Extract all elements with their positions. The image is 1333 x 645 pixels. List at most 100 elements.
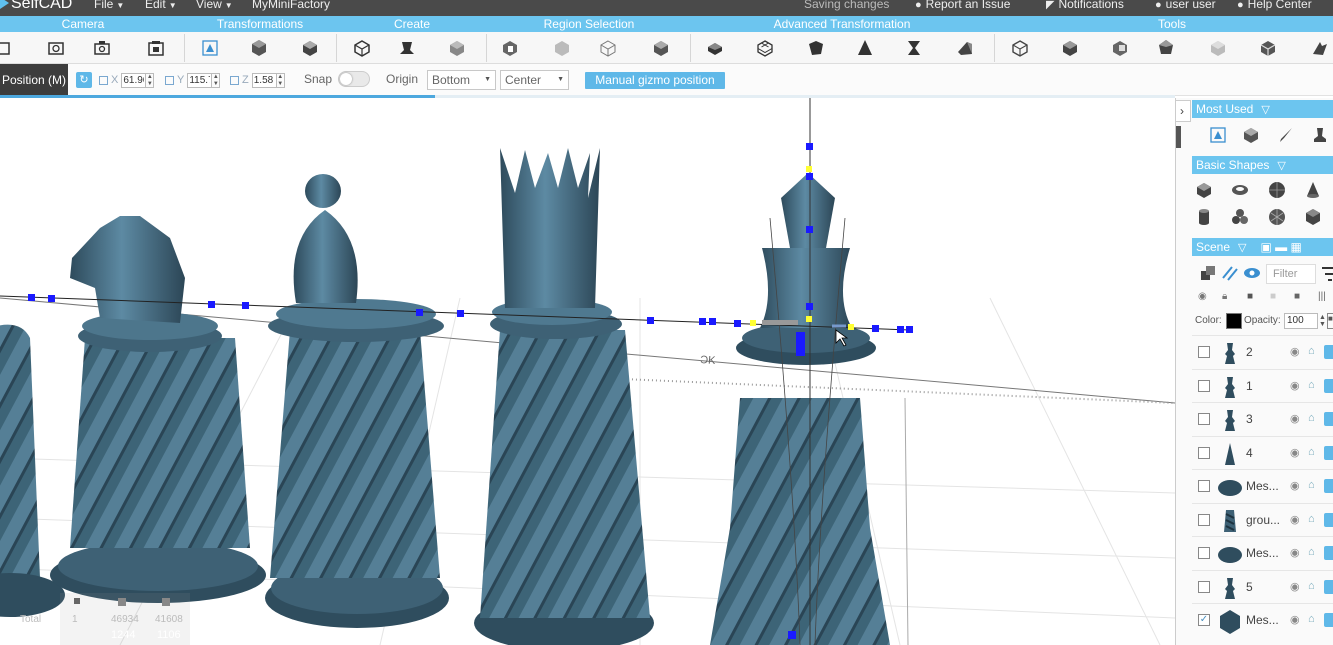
object-select-checkbox[interactable] [1198,346,1210,358]
chess-knight[interactable] [50,216,266,603]
object-name[interactable]: Mes... [1246,613,1290,627]
most-used-pawn[interactable] [1310,125,1330,145]
object-info-button[interactable] [1324,479,1333,493]
origin-horizontal-select[interactable]: Center ▼ [500,70,569,90]
twist-tool[interactable] [904,38,924,58]
eye-icon[interactable]: ◉ [1290,412,1300,425]
category-create[interactable]: Create [394,17,430,31]
object-select-checkbox[interactable] [1198,413,1210,425]
eye-icon[interactable]: ◉ [1290,345,1300,358]
lock-open-icon[interactable]: ⌂ [1308,479,1315,491]
camera-snapshot-tool[interactable] [146,38,166,58]
scene-object-row[interactable]: 4 ◉ ⌂ [1192,435,1333,469]
scene-object-row[interactable]: Mes... ◉ ⌂ [1192,536,1333,569]
scene-filter-input[interactable]: Filter [1266,264,1316,284]
snap-toggle[interactable] [338,71,370,87]
object-info-button[interactable] [1324,546,1333,560]
x-input[interactable] [121,72,147,88]
tool-solid[interactable] [1060,38,1080,58]
z-lock-checkbox[interactable] [230,75,239,85]
panel-resize-handle[interactable] [1176,126,1181,148]
tool-mesh[interactable] [1258,38,1278,58]
menu-edit[interactable]: Edit ▼ [145,0,177,11]
object-name[interactable]: grou... [1246,513,1290,527]
lock-open-icon[interactable]: ⌂ [1308,446,1315,458]
eye-icon[interactable]: ◉ [1198,291,1207,302]
most-used-header[interactable]: Most Used ▽ [1192,100,1333,118]
camera-tool[interactable] [92,38,112,58]
bend-tool[interactable] [955,38,975,58]
category-region-selection[interactable]: Region Selection [544,17,635,31]
tool-align[interactable] [1010,38,1030,58]
scene-object-row[interactable]: ✓ Mes... ◉ ⌂ [1192,603,1333,636]
create-shape-tool[interactable] [397,38,417,58]
reset-position-button[interactable]: ↻ [76,72,92,88]
subdivision-tool[interactable] [755,38,775,58]
select-object-tool[interactable] [651,38,671,58]
object-name[interactable]: 3 [1246,412,1290,426]
object-info-button[interactable] [1324,512,1333,527]
extrusion-tool[interactable] [705,38,725,58]
shape-cylinder[interactable] [1194,207,1214,227]
tool-boolean[interactable] [1110,38,1130,58]
scene-object-row[interactable]: 1 ◉ ⌂ [1192,368,1333,402]
object-select-checkbox[interactable]: ✓ [1198,614,1210,626]
select-face-tool[interactable] [552,38,572,58]
create-box-tool[interactable] [447,38,467,58]
object-select-checkbox[interactable] [1198,547,1210,559]
z-input[interactable] [251,72,277,88]
object-select-checkbox[interactable] [1198,446,1210,459]
move-tool[interactable] [200,38,220,58]
x-lock-checkbox[interactable] [99,75,108,85]
basic-shapes-header[interactable]: Basic Shapes ▽ [1192,156,1333,174]
shape-cube[interactable] [1194,180,1214,200]
lock-open-icon[interactable]: ⌂ [1308,513,1315,525]
eye-icon[interactable]: ◉ [1290,546,1300,559]
shape-sphere[interactable] [1267,180,1287,200]
lock-open-icon[interactable]: ⌂ [1308,546,1315,558]
cube-solid-icon[interactable]: ■ [1294,291,1300,302]
lock-icon[interactable]: 🔒︎ [1222,291,1227,302]
opacity-stepper[interactable]: ▲ ▼ [1319,314,1326,328]
object-info-button[interactable] [1324,613,1333,627]
shape-polyhedron[interactable] [1303,207,1323,227]
most-used-move[interactable] [1208,125,1228,145]
shape-cone[interactable] [1303,180,1323,200]
chess-bishop[interactable] [265,174,449,628]
scene-object-row[interactable]: 5 ◉ ⌂ [1192,569,1333,603]
object-name[interactable]: Mes... [1246,546,1290,560]
x-stepper[interactable]: ▲ ▼ [146,72,155,88]
manual-gizmo-position-button[interactable]: Manual gizmo position [585,72,725,89]
eye-icon[interactable]: ◉ [1290,446,1300,459]
eye-icon[interactable]: ◉ [1290,613,1300,626]
object-info-button[interactable] [1324,345,1333,359]
shape-geosphere[interactable] [1267,207,1287,227]
color-swatch[interactable] [1226,313,1242,329]
scene-canvas[interactable]: ƆK [0,98,1175,645]
eye-icon[interactable]: ◉ [1290,479,1300,492]
object-select-checkbox[interactable] [1198,480,1210,492]
lock-open-icon[interactable]: ⌂ [1308,345,1315,357]
camera-preset-tool[interactable] [0,38,12,58]
origin-vertical-select[interactable]: Bottom ▼ [427,70,496,90]
chess-king-selected[interactable] [710,173,890,645]
opacity-menu-button[interactable]: ■ [1327,313,1333,329]
scene-header[interactable]: Scene ▽ ▣ ▬ ▦ [1192,238,1333,256]
3d-viewport[interactable]: ƆK Total 1 46934 41608 1244 1106 [0,98,1175,645]
collapse-panel-button[interactable]: › [1176,100,1191,122]
rotate-tool[interactable] [249,38,269,58]
category-advanced-transformation[interactable]: Advanced Transformation [774,17,911,31]
scene-object-row[interactable]: 3 ◉ ⌂ [1192,402,1333,435]
object-select-checkbox[interactable] [1198,513,1210,526]
category-tools[interactable]: Tools [1158,17,1186,31]
most-used-cube[interactable] [1241,125,1261,145]
help-center-link[interactable]: ● Help Center [1237,0,1312,11]
lock-open-icon[interactable]: ⌂ [1308,580,1315,592]
tool-shell[interactable] [1208,38,1228,58]
opacity-input[interactable]: 100 [1284,313,1318,329]
shape-spheres-group[interactable] [1230,207,1250,227]
stitch-tool[interactable] [806,38,826,58]
select-vertex-tool[interactable] [500,38,520,58]
y-input[interactable] [187,72,213,88]
user-menu[interactable]: ● user user [1155,0,1216,11]
